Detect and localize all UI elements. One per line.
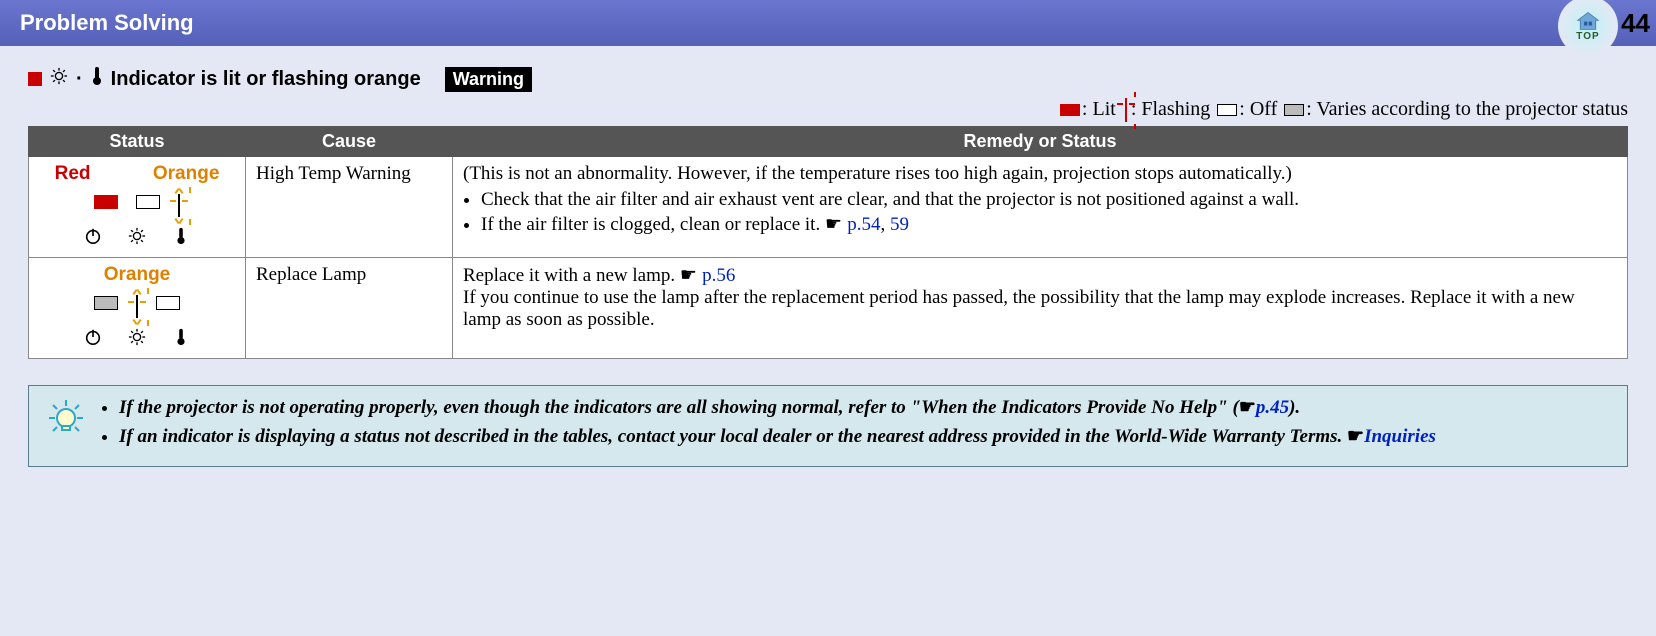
cause-cell: Replace Lamp [246, 257, 453, 358]
remedy-intro: (This is not an abnormality. However, if… [463, 163, 1292, 184]
legend-varies: : Varies according to the projector stat… [1306, 98, 1628, 120]
status-table: Status Cause Remedy or Status Red Orange [28, 126, 1628, 359]
indicator-varies [94, 296, 118, 310]
home-icon [1575, 11, 1601, 31]
remedy-tail: If you continue to use the lamp after th… [463, 287, 1575, 330]
power-icon [84, 328, 102, 352]
legend-lit: : Lit [1082, 98, 1121, 120]
thermometer-icon [172, 328, 190, 352]
tip-text: If an indicator is displaying a status n… [119, 426, 1347, 447]
indicator-flash [178, 195, 180, 217]
remedy-intro: Replace it with a new lamp. [463, 265, 680, 286]
page-link[interactable]: p.54 [847, 214, 880, 235]
legend-flashing: : Flashing [1131, 98, 1215, 120]
section-title-row: · Indicator is lit or flashing orange Wa… [28, 66, 1628, 92]
inquiries-link[interactable]: Inquiries [1364, 426, 1436, 447]
bullet-icon [28, 72, 42, 86]
separator-dot: · [76, 68, 83, 91]
thermometer-icon [172, 227, 190, 251]
section-heading: Indicator is lit or flashing orange [111, 68, 421, 91]
power-icon [84, 227, 102, 251]
thermometer-icon [91, 66, 103, 92]
page-link[interactable]: p.45 [1256, 397, 1289, 418]
remedy-item: Check that the air filter and air exhaus… [481, 189, 1617, 211]
status-label: Red [55, 163, 91, 185]
indicator-lit [94, 195, 118, 209]
status-label: Orange [104, 264, 171, 285]
legend-off-icon [1217, 104, 1237, 116]
top-label: TOP [1576, 31, 1599, 42]
page-header: Problem Solving TOP 44 [0, 0, 1656, 46]
link-sep: , [881, 214, 891, 235]
legend-varies-icon [1284, 104, 1304, 116]
page-link[interactable]: p.56 [702, 265, 735, 286]
page-number: 44 [1621, 8, 1650, 39]
pointer-icon: ☛ [1239, 397, 1256, 418]
tip-text: If the projector is not operating proper… [119, 397, 1239, 418]
tip-text: ). [1289, 397, 1300, 418]
legend-flashing-icon [1125, 99, 1127, 122]
status-cell: Orange [29, 257, 246, 358]
tip-list: If the projector is not operating proper… [103, 396, 1436, 454]
th-status: Status [29, 126, 246, 156]
cause-cell: High Temp Warning [246, 156, 453, 257]
remedy-item: If the air filter is clogged, clean or r… [481, 213, 1617, 236]
legend: : Lit : Flashing : Off : Varies accordin… [28, 98, 1628, 122]
remedy-item-text: If the air filter is clogged, clean or r… [481, 214, 825, 235]
pointer-icon: ☛ [1347, 426, 1364, 447]
table-row: Orange [29, 257, 1628, 358]
lamp-icon [128, 227, 146, 251]
remedy-cell: Replace it with a new lamp. ☛ p.56 If yo… [453, 257, 1628, 358]
status-label: Orange [153, 163, 220, 185]
legend-off: : Off [1239, 98, 1282, 120]
page-title: Problem Solving [20, 10, 194, 36]
th-cause: Cause [246, 126, 453, 156]
indicator-off [136, 195, 160, 209]
lamp-icon [50, 67, 68, 91]
pointer-icon: ☛ [680, 265, 702, 286]
tip-item: If an indicator is displaying a status n… [119, 425, 1436, 448]
content: · Indicator is lit or flashing orange Wa… [0, 46, 1656, 487]
page-link[interactable]: 59 [890, 214, 909, 235]
lamp-icon [128, 328, 146, 352]
tip-item: If the projector is not operating proper… [119, 396, 1436, 419]
tip-box: If the projector is not operating proper… [28, 385, 1628, 467]
table-row: Red Orange [29, 156, 1628, 257]
indicator-flash [136, 296, 138, 318]
pointer-icon: ☛ [825, 214, 847, 235]
indicator-off [156, 296, 180, 310]
legend-lit-icon [1060, 104, 1080, 116]
remedy-cell: (This is not an abnormality. However, if… [453, 156, 1628, 257]
warning-badge: Warning [445, 67, 532, 92]
th-remedy: Remedy or Status [453, 126, 1628, 156]
lightbulb-icon [43, 396, 89, 454]
status-cell: Red Orange [29, 156, 246, 257]
table-header-row: Status Cause Remedy or Status [29, 126, 1628, 156]
